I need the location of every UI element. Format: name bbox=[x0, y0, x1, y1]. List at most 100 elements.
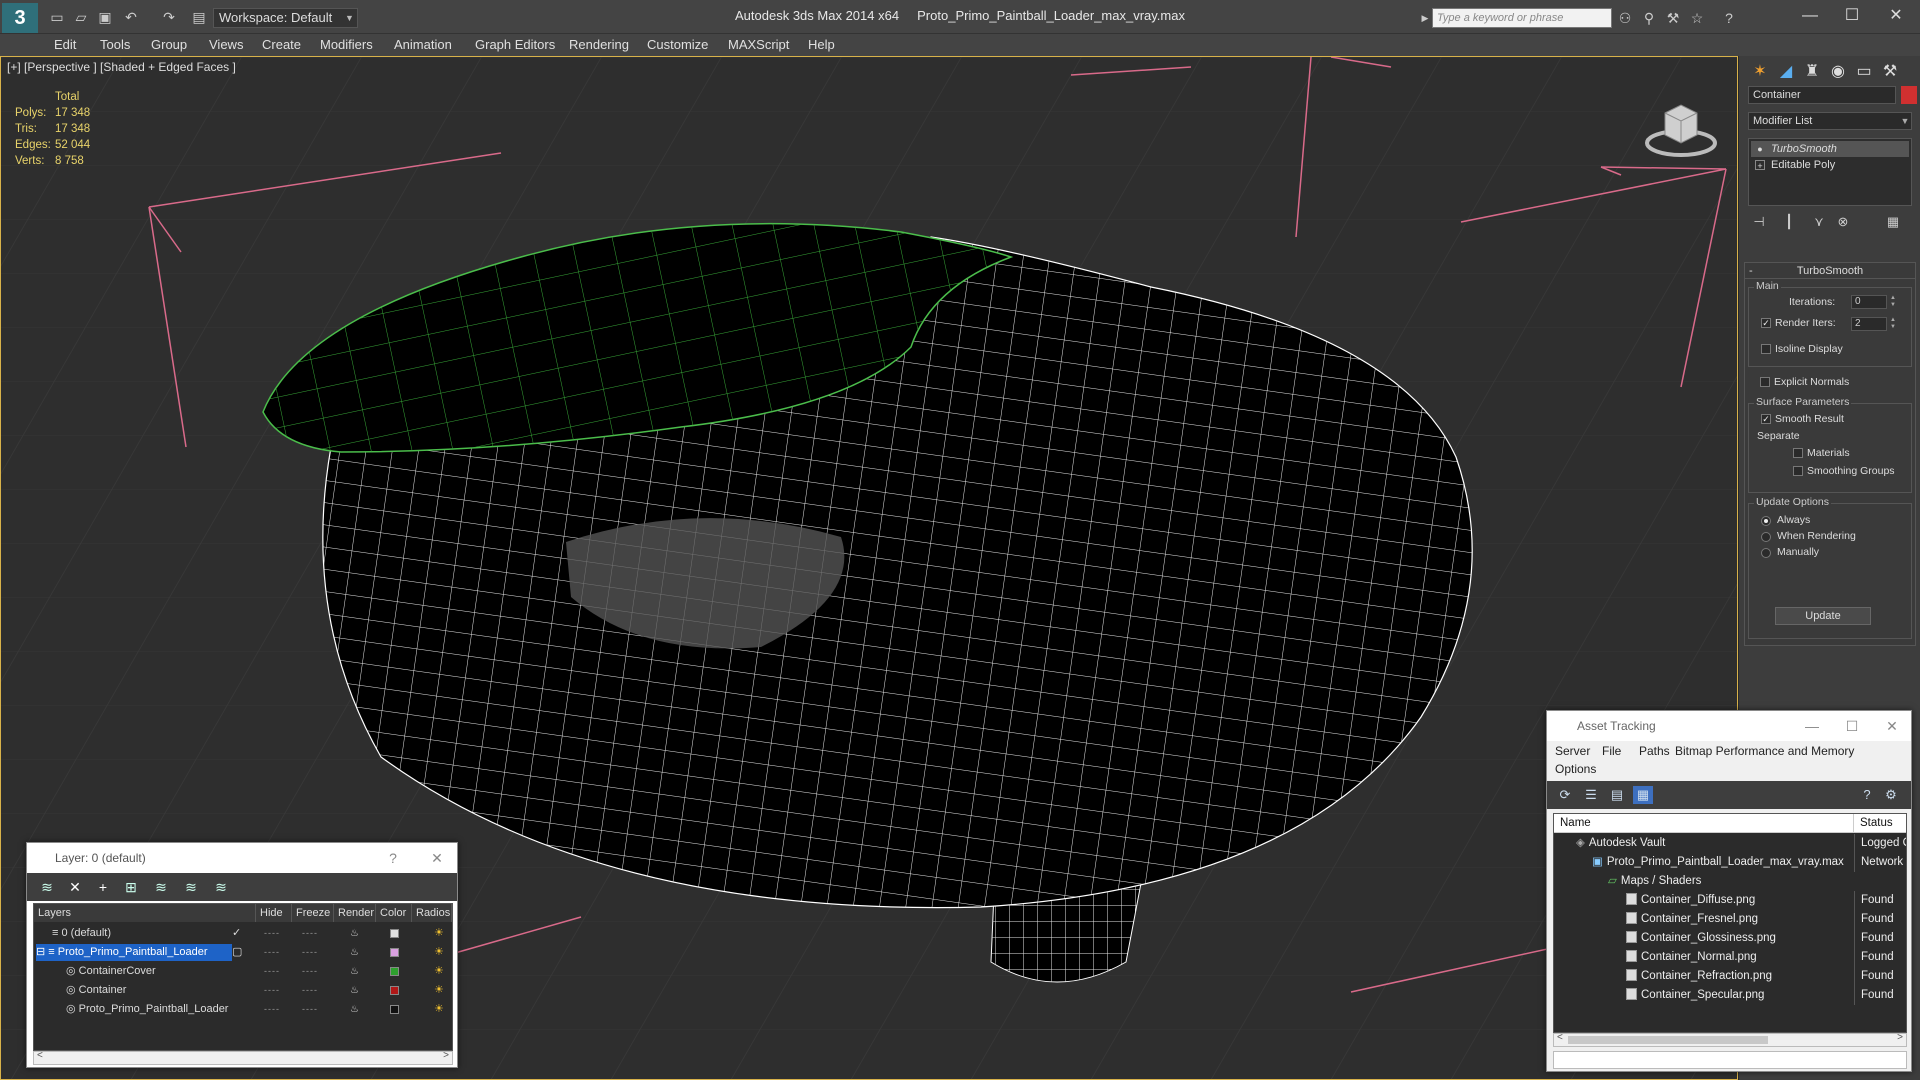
maximize-icon[interactable]: ☐ bbox=[1837, 717, 1867, 735]
help-icon[interactable]: ? bbox=[1857, 786, 1877, 804]
undo-icon[interactable]: ↶ bbox=[122, 8, 140, 26]
configure-sets-icon[interactable]: ▦ bbox=[1882, 212, 1904, 232]
refresh-icon[interactable]: ⟳ bbox=[1555, 786, 1575, 804]
active-layer-check-icon[interactable]: ✓ bbox=[232, 924, 241, 943]
hide-toggle[interactable]: ---- bbox=[264, 1000, 280, 1019]
asset-row[interactable]: Container_Normal.png Found bbox=[1554, 948, 1906, 967]
save-icon[interactable]: ▣ bbox=[96, 8, 114, 26]
favorites-star-icon[interactable]: ☆ bbox=[1688, 9, 1706, 27]
redo-icon[interactable]: ↷ bbox=[160, 8, 178, 26]
layer-stack-icon[interactable]: ≋ bbox=[37, 878, 57, 896]
close-icon[interactable]: ✕ bbox=[1876, 4, 1916, 28]
radiosity-icon[interactable]: ☀ bbox=[434, 943, 444, 962]
horizontal-scrollbar[interactable]: < > bbox=[33, 1050, 453, 1065]
chevron-down-icon[interactable]: ▼ bbox=[345, 8, 357, 28]
scroll-right-icon[interactable]: > bbox=[443, 1050, 449, 1061]
layer-color-swatch[interactable] bbox=[390, 967, 399, 976]
asset-row[interactable]: Container_Specular.png Found bbox=[1554, 986, 1906, 1005]
render-iters-checkbox[interactable]: ✓ bbox=[1761, 318, 1771, 328]
menu-create[interactable]: Create bbox=[262, 37, 301, 52]
menu-graph-editors[interactable]: Graph Editors bbox=[475, 37, 555, 52]
communication-icon[interactable]: ⚒ bbox=[1664, 9, 1682, 27]
horizontal-scrollbar[interactable]: < > bbox=[1553, 1032, 1907, 1047]
menu-rendering[interactable]: Rendering bbox=[569, 37, 629, 52]
help-icon[interactable]: ? bbox=[1720, 9, 1738, 27]
column-header[interactable]: Radios bbox=[412, 904, 452, 922]
menu-views[interactable]: Views bbox=[209, 37, 243, 52]
detail-view-icon[interactable]: ▤ bbox=[1607, 786, 1627, 804]
radiosity-icon[interactable]: ☀ bbox=[434, 981, 444, 1000]
menu-maxscript[interactable]: MAXScript bbox=[728, 37, 789, 52]
render-teapot-icon[interactable]: ♨ bbox=[350, 962, 359, 981]
display-tab-icon[interactable]: ▭ bbox=[1851, 60, 1877, 84]
layer-color-swatch[interactable] bbox=[390, 1005, 399, 1014]
layer-row[interactable]: ◎ Proto_Primo_Paintball_Loader ---- ----… bbox=[34, 1000, 452, 1019]
asset-row[interactable]: Container_Fresnel.png Found bbox=[1554, 910, 1906, 929]
freeze-toggle[interactable]: ---- bbox=[302, 924, 318, 943]
hide-toggle[interactable]: ---- bbox=[264, 943, 280, 962]
remove-modifier-icon[interactable]: ⊗ bbox=[1832, 212, 1854, 232]
column-header[interactable]: Render bbox=[334, 904, 376, 922]
column-header-name[interactable]: Name bbox=[1554, 814, 1854, 833]
stack-item-turbosmooth[interactable]: ● TurboSmooth bbox=[1751, 141, 1909, 157]
manually-radio[interactable] bbox=[1761, 548, 1771, 558]
render-iters-spinner[interactable]: 2 bbox=[1851, 317, 1887, 331]
make-unique-icon[interactable]: ⋎ bbox=[1808, 212, 1830, 232]
column-header[interactable]: Hide bbox=[256, 904, 292, 922]
set-current-icon[interactable]: ▢ bbox=[232, 943, 242, 962]
expand-plus-icon[interactable]: + bbox=[1755, 160, 1765, 171]
menu-animation[interactable]: Animation bbox=[394, 37, 452, 52]
select-layer-icon[interactable]: ⊞ bbox=[121, 878, 141, 896]
lightbulb-icon[interactable]: ● bbox=[1755, 144, 1765, 154]
app-logo-icon[interactable]: 3 bbox=[2, 3, 38, 33]
radiosity-icon[interactable]: ☀ bbox=[434, 962, 444, 981]
menu-paths[interactable]: Paths bbox=[1639, 744, 1670, 758]
modifier-list-dropdown[interactable]: Modifier List bbox=[1748, 112, 1912, 130]
project-folder-icon[interactable]: ▤ bbox=[190, 8, 208, 26]
layer-row[interactable]: ⊟ ≡ Proto_Primo_Paintball_Loader ▢ ---- … bbox=[34, 943, 452, 962]
pin-stack-icon[interactable]: ⊣ bbox=[1748, 212, 1770, 232]
freeze-toggle[interactable]: ---- bbox=[302, 943, 318, 962]
help-button[interactable]: ? bbox=[383, 849, 403, 867]
materials-checkbox[interactable] bbox=[1793, 448, 1803, 458]
menu-customize[interactable]: Customize bbox=[647, 37, 708, 52]
column-header-status[interactable]: Status bbox=[1854, 814, 1906, 833]
object-color-swatch[interactable] bbox=[1901, 86, 1917, 104]
chevron-down-icon[interactable]: ▼ bbox=[1899, 113, 1911, 129]
settings-icon[interactable]: ⚙ bbox=[1881, 786, 1901, 804]
layer-color-swatch[interactable] bbox=[390, 948, 399, 957]
render-teapot-icon[interactable]: ♨ bbox=[350, 924, 359, 943]
show-end-result-icon[interactable]: ┃ bbox=[1778, 212, 1800, 232]
layer-row[interactable]: ◎ Container ---- ---- ♨ ☀ bbox=[34, 981, 452, 1000]
workspace-dropdown[interactable]: Workspace: Default bbox=[213, 8, 358, 28]
asset-row[interactable]: Container_Refraction.png Found bbox=[1554, 967, 1906, 986]
asset-row[interactable]: ▣ Proto_Primo_Paintball_Loader_max_vray.m… bbox=[1554, 853, 1906, 872]
hide-all-icon[interactable]: ≋ bbox=[181, 878, 201, 896]
column-header[interactable]: Freeze bbox=[292, 904, 334, 922]
stack-item-editable-poly[interactable]: + Editable Poly bbox=[1751, 157, 1909, 173]
binoculars-icon[interactable]: ⚇ bbox=[1616, 9, 1634, 27]
isoline-checkbox[interactable] bbox=[1761, 344, 1771, 354]
table-view-icon[interactable]: ▦ bbox=[1633, 786, 1653, 804]
search-input[interactable]: Type a keyword or phrase bbox=[1432, 8, 1612, 28]
menu-bitmap-performance[interactable]: Bitmap Performance and Memory bbox=[1675, 744, 1854, 758]
menu-edit[interactable]: Edit bbox=[54, 37, 76, 52]
menu-file[interactable]: File bbox=[1602, 744, 1621, 758]
layer-color-swatch[interactable] bbox=[390, 986, 399, 995]
layer-row[interactable]: ≡ 0 (default) ✓ ---- ---- ♨ ☀ bbox=[34, 924, 452, 943]
always-radio[interactable] bbox=[1761, 516, 1771, 526]
asset-row[interactable]: Container_Diffuse.png Found bbox=[1554, 891, 1906, 910]
menu-tools[interactable]: Tools bbox=[100, 37, 130, 52]
freeze-toggle[interactable]: ---- bbox=[302, 1000, 318, 1019]
new-file-icon[interactable]: ▭ bbox=[48, 8, 66, 26]
hierarchy-tab-icon[interactable]: ♜ bbox=[1799, 60, 1825, 84]
smoothing-groups-checkbox[interactable] bbox=[1793, 466, 1803, 476]
hide-toggle[interactable]: ---- bbox=[264, 924, 280, 943]
object-name-field[interactable]: Container bbox=[1748, 86, 1896, 104]
asset-row[interactable]: ◈Autodesk Vault Logged Out bbox=[1554, 834, 1906, 853]
modify-tab-icon[interactable]: ◢ bbox=[1773, 60, 1799, 84]
scroll-right-icon[interactable]: > bbox=[1897, 1032, 1903, 1043]
viewport-label[interactable]: [+] [Perspective ] [Shaded + Edged Faces… bbox=[7, 60, 236, 74]
hide-toggle[interactable]: ---- bbox=[264, 981, 280, 1000]
scroll-left-icon[interactable]: < bbox=[37, 1050, 43, 1061]
